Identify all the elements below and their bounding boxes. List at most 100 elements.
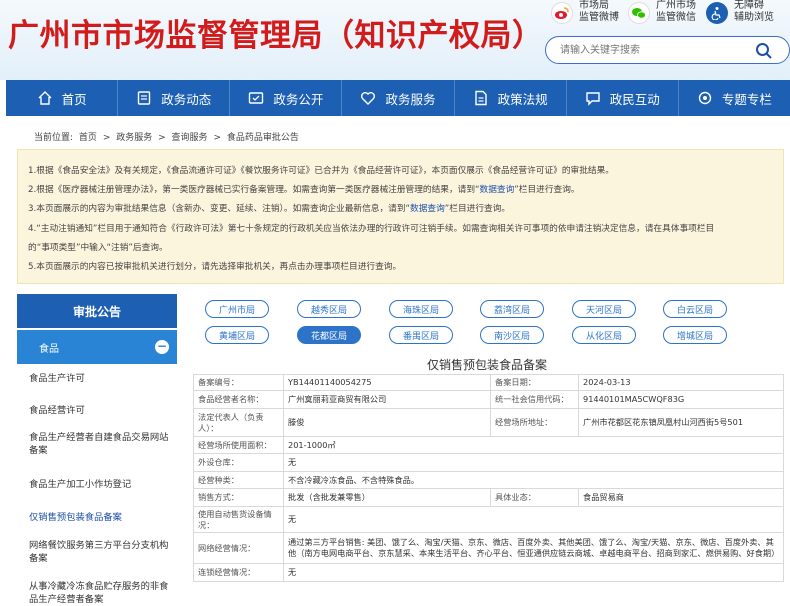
nav-label: 政策法规 xyxy=(497,91,548,107)
table-row: 备案编号： YB14401140054275 备案日期： 2024-03-13 xyxy=(193,374,784,391)
field-label: 使用自动售货设备情况： xyxy=(193,506,284,533)
wechat-label: 广州市场 监管微信 xyxy=(656,0,696,23)
nav-label: 专题专栏 xyxy=(721,91,772,107)
accessibility-icon xyxy=(706,2,728,24)
district-zengcheng[interactable]: 增城区局 xyxy=(663,326,727,344)
district-huadu[interactable]: 花都区局 xyxy=(297,326,361,344)
site-title: 广州市市场监督管理局（知识产权局） xyxy=(8,18,544,54)
notice-text: 1.根据《食品安全法》及有关规定，《食品流通许可证》《餐饮服务许可证》已合并为《… xyxy=(28,166,614,176)
nav-item-interaction[interactable]: 政民互动 xyxy=(567,80,679,116)
notice-text: ”栏目进行查询。 xyxy=(514,185,580,196)
field-value: 2024-03-13 xyxy=(578,374,784,391)
sidebar-item-small-workshop[interactable]: 食品生产加工小作坊登记 xyxy=(29,478,169,491)
table-row: 使用自动售货设备情况： 无 xyxy=(193,506,784,533)
field-label: 经营种类： xyxy=(193,471,284,489)
district-yuexiu[interactable]: 越秀区局 xyxy=(297,300,361,318)
district-tianhe[interactable]: 天河区局 xyxy=(572,300,636,318)
home-icon xyxy=(37,90,53,106)
breadcrumb-sep: > xyxy=(158,133,166,143)
nav-item-service[interactable]: 政务服务 xyxy=(342,80,455,116)
search-box xyxy=(545,36,790,64)
notice-text: 2.根据《医疗器械注册管理办法》，第一类医疗器械已实行备案管理。如需查询第一类医… xyxy=(28,185,480,196)
district-haizhu[interactable]: 海珠区局 xyxy=(389,300,453,318)
breadcrumb-service[interactable]: 政务服务 xyxy=(116,133,152,143)
breadcrumb-home[interactable]: 首页 xyxy=(79,133,97,143)
field-value: 201-1000㎡ xyxy=(283,436,784,454)
sidebar-item-self-built-website[interactable]: 食品生产经营者自建食品交易网站备案 xyxy=(29,431,169,457)
breadcrumb-prefix: 当前位置: xyxy=(34,133,74,143)
notice-text: 5.本页面展示的内容已按审批机关进行划分，请先选择审批机关，再点击办理事项栏目进… xyxy=(28,262,402,273)
notice-text: 3.本页面展示的内容为审批结果信息（含新办、变更、延续、注销）。如需查询企业最新… xyxy=(28,204,411,215)
data-query-link[interactable]: 数据查询 xyxy=(480,185,515,195)
table-row: 连锁经营情况： 无 xyxy=(193,563,784,582)
wechat-link[interactable]: 广州市场 监管微信 xyxy=(628,0,696,26)
notice-text: 4.“主动注销通知”栏目用于通知符合《行政许可法》第七十条规定的行政机关应当依法… xyxy=(28,223,715,234)
record-table: 备案编号： YB14401140054275 备案日期： 2024-03-13 … xyxy=(193,374,784,582)
notice-text: 的“事项类型”中输入“注销”后查询。 xyxy=(28,242,168,253)
district-panyu[interactable]: 番禺区局 xyxy=(389,326,453,344)
field-value: 广州市花都区花东镇凤凰村山河西街5号501 xyxy=(578,408,784,437)
sidebar-item-prepackaged-filing[interactable]: 仅销售预包装食品备案 xyxy=(29,511,169,524)
nav-item-home[interactable]: 首页 xyxy=(6,80,119,116)
sidebar-category-food[interactable]: 食品 − xyxy=(17,330,177,364)
sidebar-item-food-business-license[interactable]: 食品经营许可 xyxy=(29,404,169,417)
district-huangpu[interactable]: 黄埔区局 xyxy=(205,326,269,344)
main-nav: 首页 政务动态 政务公开 政务服务 政策法规 政民互动 专题专栏 xyxy=(6,80,790,116)
nav-label: 政务动态 xyxy=(161,91,212,107)
table-row: 食品经营者名称： 广州寞丽莉亚商贸有限公司 统一社会信用代码： 91440101… xyxy=(193,390,784,409)
field-value: 无 xyxy=(283,506,784,533)
nav-item-open[interactable]: 政务公开 xyxy=(230,80,343,116)
field-value: 91440101MA5CWQF83G xyxy=(578,390,784,409)
data-query-link[interactable]: 数据查询 xyxy=(410,204,445,214)
field-label: 备案编号： xyxy=(193,374,284,391)
field-value: 通过第三方平台销售: 美团、饿了么、淘宝/天猫、京东、微店、百度外卖、其他美团、… xyxy=(283,532,784,564)
breadcrumb-query[interactable]: 查询服务 xyxy=(172,133,208,143)
table-row: 经营场所使用面积： 201-1000㎡ xyxy=(193,436,784,454)
field-label: 具体业态： xyxy=(490,488,579,507)
field-label: 外设仓库： xyxy=(193,453,284,472)
sidebar-item-online-catering[interactable]: 网络餐饮服务第三方平台分支机构备案 xyxy=(29,539,169,565)
nav-label: 政务公开 xyxy=(273,91,324,107)
nav-label: 首页 xyxy=(61,91,87,107)
weibo-label: 市场局 监管微博 xyxy=(579,0,619,23)
notice-line: 1.根据《食品安全法》及有关规定，《食品流通许可证》《餐饮服务许可证》已合并为《… xyxy=(28,162,783,181)
field-label: 网络经营情况： xyxy=(193,532,284,564)
nav-item-topic[interactable]: 专题专栏 xyxy=(679,80,790,116)
breadcrumb: 当前位置: 首页 > 政务服务 > 查询服务 > 食品药品审批公告 xyxy=(34,130,302,143)
table-row: 销售方式： 批发（含批发兼零售） 具体业态： 食品贸易商 xyxy=(193,488,784,507)
collapse-icon[interactable]: − xyxy=(155,340,169,354)
district-guangzhou[interactable]: 广州市局 xyxy=(205,300,269,318)
weibo-link[interactable]: 市场局 监管微博 xyxy=(551,0,619,26)
table-row: 外设仓库： 无 xyxy=(193,453,784,472)
notice-line: 4.“主动注销通知”栏目用于通知符合《行政许可法》第七十条规定的行政机关应当依法… xyxy=(28,220,783,239)
table-row: 经营种类： 不含冷藏冷冻食品、不含特殊食品。 xyxy=(193,471,784,489)
district-baiyun[interactable]: 白云区局 xyxy=(663,300,727,318)
news-icon xyxy=(136,90,152,106)
topic-icon xyxy=(697,90,713,106)
notice-text: ”栏目进行查询。 xyxy=(444,204,511,215)
nav-item-policy[interactable]: 政策法规 xyxy=(455,80,567,116)
interaction-icon xyxy=(585,90,601,106)
search-input[interactable] xyxy=(560,42,750,58)
search-icon xyxy=(756,43,772,59)
notice-line: 5.本页面展示的内容已按审批机关进行划分，请先选择审批机关，再点击办理事项栏目进… xyxy=(28,258,783,277)
field-value: 广州寞丽莉亚商贸有限公司 xyxy=(283,390,491,409)
field-label: 备案日期： xyxy=(490,374,579,391)
district-liwan[interactable]: 荔湾区局 xyxy=(480,300,544,318)
field-value: 食品贸易商 xyxy=(578,488,784,507)
policy-icon xyxy=(473,90,489,106)
sidebar-item-cold-storage[interactable]: 从事冷藏冷冻食品贮存服务的非食品生产经营者备案 xyxy=(29,580,169,606)
weibo-icon xyxy=(551,2,573,24)
accessibility-link[interactable]: 无障碍 辅助浏览 xyxy=(706,0,774,26)
open-icon xyxy=(248,90,264,106)
sidebar-item-food-production-license[interactable]: 食品生产许可 xyxy=(29,372,169,385)
district-nansha[interactable]: 南沙区局 xyxy=(480,326,544,344)
field-label: 经营场所使用面积： xyxy=(193,436,284,454)
service-icon xyxy=(360,90,376,106)
notice-line: 2.根据《医疗器械注册管理办法》，第一类医疗器械已实行备案管理。如需查询第一类医… xyxy=(28,181,783,200)
district-conghua[interactable]: 从化区局 xyxy=(572,326,636,344)
field-label: 统一社会信用代码： xyxy=(490,390,579,409)
nav-item-news[interactable]: 政务动态 xyxy=(118,80,231,116)
field-label: 销售方式： xyxy=(193,488,284,507)
search-button[interactable] xyxy=(753,40,775,62)
